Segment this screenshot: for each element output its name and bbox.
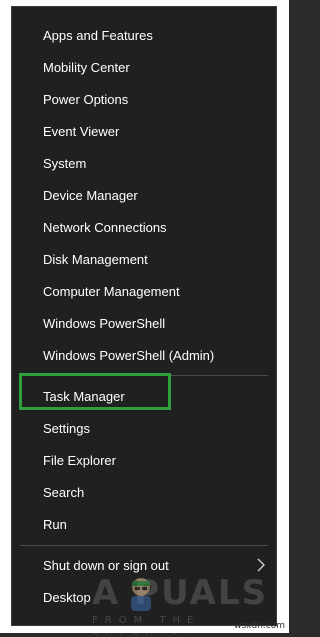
menu-item-event-viewer[interactable]: Event Viewer xyxy=(12,115,276,147)
menu-item-windows-powershell-admin[interactable]: Windows PowerShell (Admin) xyxy=(12,339,276,371)
menu-item-label: Settings xyxy=(43,420,90,436)
menu-item-disk-management[interactable]: Disk Management xyxy=(12,243,276,275)
menu-item-label: Network Connections xyxy=(43,219,167,235)
menu-item-label: Windows PowerShell (Admin) xyxy=(43,347,215,363)
menu-item-windows-powershell[interactable]: Windows PowerShell xyxy=(12,307,276,339)
menu-item-label: Windows PowerShell xyxy=(43,315,166,331)
menu-item-label: Mobility Center xyxy=(43,59,130,75)
menu-item-label: Computer Management xyxy=(43,283,180,299)
menu-item-system[interactable]: System xyxy=(12,147,276,179)
menu-item-file-explorer[interactable]: File Explorer xyxy=(12,444,276,476)
menu-item-network-connections[interactable]: Network Connections xyxy=(12,211,276,243)
menu-item-run[interactable]: Run xyxy=(12,508,276,540)
chevron-right-icon xyxy=(257,558,265,572)
menu-item-label: System xyxy=(43,155,87,171)
menu-separator xyxy=(20,545,268,546)
menu-item-mobility-center[interactable]: Mobility Center xyxy=(12,51,276,83)
task-manager-highlight-box xyxy=(19,373,171,410)
menu-item-label: Search xyxy=(43,484,85,500)
menu-item-label: Shut down or sign out xyxy=(43,557,169,573)
menu-item-label: Power Options xyxy=(43,91,129,107)
menu-item-device-manager[interactable]: Device Manager xyxy=(12,179,276,211)
menu-item-computer-management[interactable]: Computer Management xyxy=(12,275,276,307)
winx-context-menu: Apps and Features Mobility Center Power … xyxy=(11,6,277,637)
menu-item-label: Disk Management xyxy=(43,251,148,267)
menu-item-label: Run xyxy=(43,516,67,532)
menu-item-label: Apps and Features xyxy=(43,27,153,43)
menu-item-power-options[interactable]: Power Options xyxy=(12,83,276,115)
menu-item-shut-down-or-sign-out[interactable]: Shut down or sign out xyxy=(12,549,276,581)
menu-item-settings[interactable]: Settings xyxy=(12,412,276,444)
screenshot-frame: Apps and Features Mobility Center Power … xyxy=(0,0,289,637)
menu-item-label: Event Viewer xyxy=(43,123,120,139)
menu-item-search[interactable]: Search xyxy=(12,476,276,508)
menu-item-desktop[interactable]: Desktop xyxy=(12,581,276,613)
menu-item-label: File Explorer xyxy=(43,452,116,468)
site-credit: wsxdn.com xyxy=(234,621,285,631)
menu-item-apps-and-features[interactable]: Apps and Features xyxy=(12,19,276,51)
menu-item-label: Device Manager xyxy=(43,187,138,203)
menu-item-label: Desktop xyxy=(43,589,91,605)
